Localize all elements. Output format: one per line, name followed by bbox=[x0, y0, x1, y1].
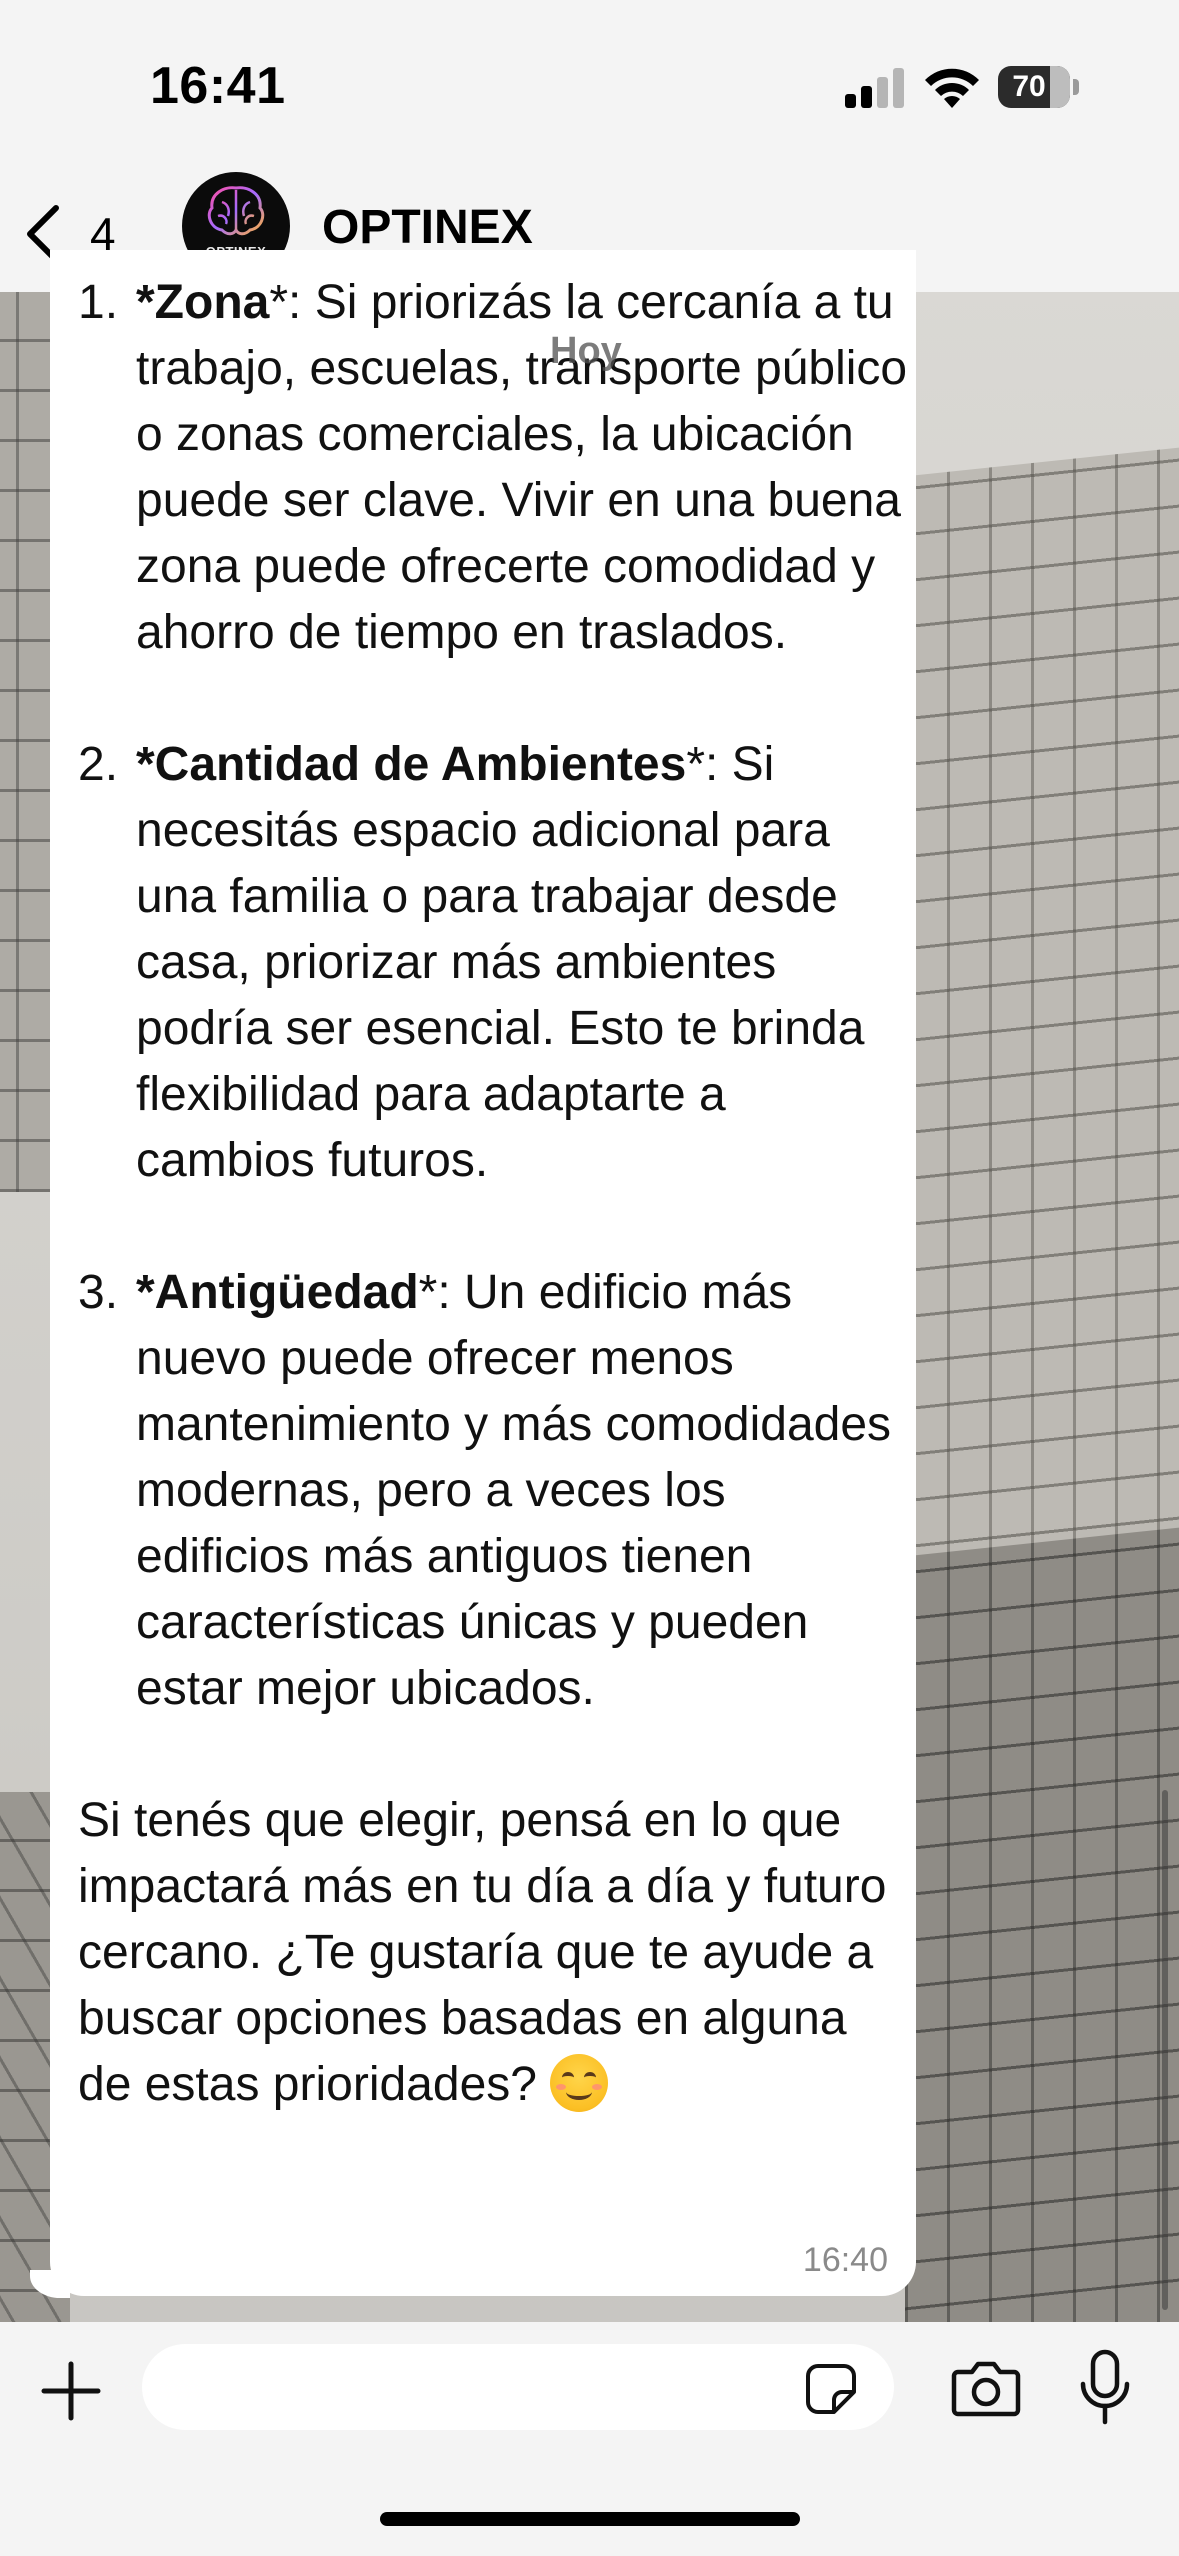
list-number: 2. bbox=[78, 738, 119, 791]
chat-scrollbar[interactable] bbox=[1162, 1790, 1168, 2310]
battery-icon: 70 bbox=[998, 66, 1070, 108]
item-text: *: Si necesitás espacio adicional para u… bbox=[136, 738, 865, 1187]
message-input[interactable] bbox=[142, 2344, 894, 2430]
date-chip: Hoy bbox=[550, 330, 622, 372]
contact-name[interactable]: OPTINEX bbox=[322, 200, 533, 255]
item-text: *: Si priorizás la cercanía a tu trabajo… bbox=[136, 276, 908, 659]
list-number: 1. bbox=[78, 276, 119, 329]
cellular-signal-icon bbox=[845, 66, 905, 108]
list-item: 2. *Cantidad de Ambientes*: Si necesitás … bbox=[78, 732, 908, 1194]
microphone-icon[interactable] bbox=[1074, 2348, 1136, 2428]
closing-text: Si tenés que elegir, pensá en lo que imp… bbox=[78, 1794, 887, 2111]
sticker-icon[interactable] bbox=[804, 2362, 858, 2416]
plus-icon[interactable] bbox=[38, 2358, 104, 2424]
battery-terminal bbox=[1073, 79, 1079, 95]
item-title: *Zona bbox=[136, 276, 270, 329]
message-timestamp: 16:40 bbox=[802, 2241, 888, 2279]
smiling-face-emoji bbox=[550, 2054, 609, 2112]
item-title: *Antigüedad bbox=[136, 1266, 419, 1319]
wifi-icon bbox=[925, 68, 979, 108]
incoming-message-bubble[interactable]: 1. *Zona*: Si priorizás la cercanía a tu … bbox=[50, 250, 916, 2296]
list-item: 1. *Zona*: Si priorizás la cercanía a tu … bbox=[78, 270, 908, 666]
list-number: 3. bbox=[78, 1266, 119, 1319]
item-title: *Cantidad de Ambientes bbox=[136, 738, 687, 791]
message-text: 1. *Zona*: Si priorizás la cercanía a tu … bbox=[78, 270, 908, 2118]
home-indicator[interactable] bbox=[380, 2512, 800, 2526]
camera-icon[interactable] bbox=[950, 2358, 1022, 2418]
status-bar: 16:41 70 bbox=[0, 0, 1179, 170]
battery-level: 70 bbox=[1012, 70, 1046, 103]
brain-logo-icon bbox=[207, 186, 265, 236]
status-time: 16:41 bbox=[150, 57, 286, 115]
list-item: 3. *Antigüedad*: Un edificio más nuevo pu… bbox=[78, 1260, 908, 1722]
wallpaper-building-right-lower bbox=[905, 1527, 1179, 2322]
closing-paragraph: Si tenés que elegir, pensá en lo que imp… bbox=[78, 1788, 908, 2118]
item-text: *: Un edificio más nuevo puede ofrecer m… bbox=[136, 1266, 892, 1715]
